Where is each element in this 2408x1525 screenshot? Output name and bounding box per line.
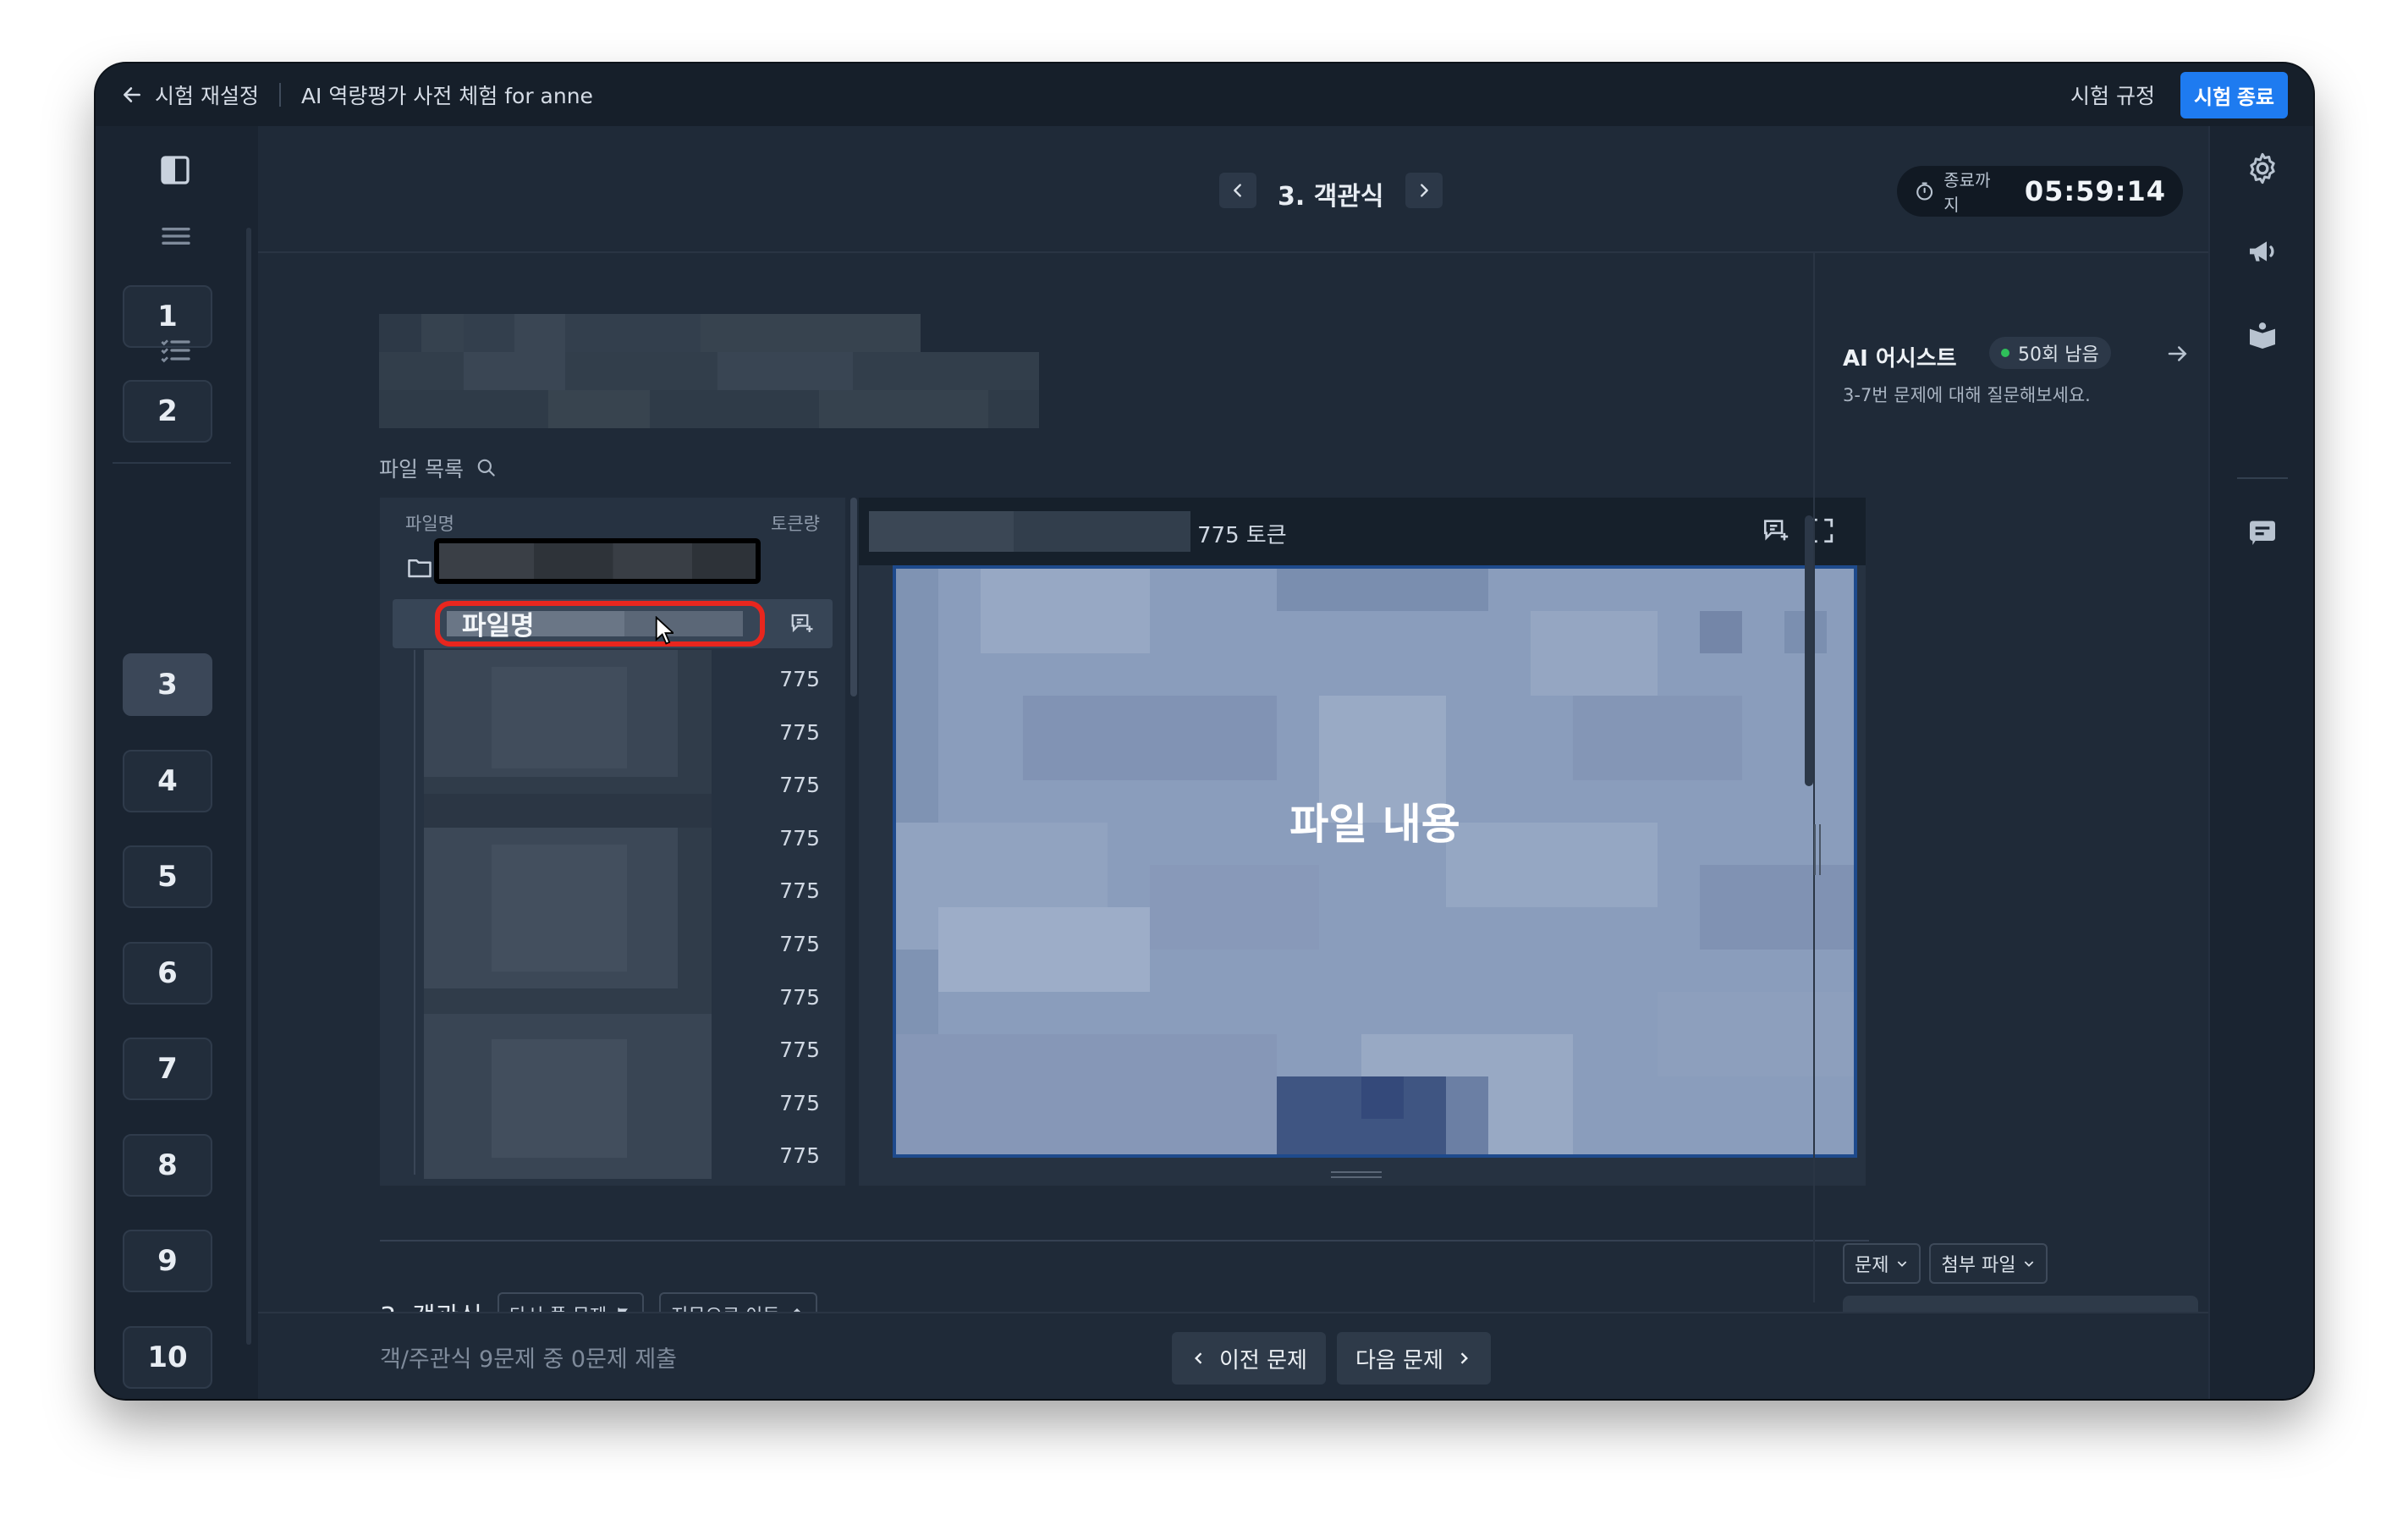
preview-filename-redacted [869,511,1190,552]
folder-icon[interactable] [407,557,432,579]
context-chips: 문제 첨부 파일 [1843,1243,2048,1284]
folder-name-redacted[interactable] [434,538,761,584]
selected-file-name: 파일명 [462,611,535,641]
ai-assist-title: AI 어시스트 [1843,346,1957,372]
next-question-button[interactable]: 다음 문제 [1337,1332,1491,1385]
memo-icon[interactable] [2246,515,2279,549]
submission-status: 객/주관식 9문제 중 0문제 제출 [380,1346,678,1373]
file-content-label: 파일 내용 [1289,800,1460,849]
timer-label: 종료까지 [1943,170,1991,215]
token-count: 775 [779,773,820,798]
question-nav-5[interactable]: 5 [123,845,212,908]
token-count: 775 [779,931,820,956]
token-count: 775 [779,1090,820,1115]
question-header: 3. 객관식 종료까지 05:59:14 [258,126,2208,253]
question-nav-8[interactable]: 8 [123,1134,212,1197]
blurred-question-text [379,314,1073,428]
gear-icon[interactable] [2246,151,2279,185]
remaining-count-badge: 50회 남음 [1989,337,2111,369]
file-content-image: 파일 내용 [893,565,1857,1158]
resize-grip-icon[interactable] [1331,1170,1382,1179]
menu-icon[interactable] [155,219,197,253]
timer-value: 05:59:14 [2024,175,2166,207]
token-count: 775 [779,719,820,745]
token-count: 775 [779,1038,820,1063]
app-window: 시험 재설정 AI 역량평가 사전 체험 for anne 시험 규정 시험 종… [96,63,2313,1399]
arrow-left-icon [124,87,140,102]
reset-exam-button[interactable]: 시험 재설정 [121,80,259,110]
token-count: 775 [779,1143,820,1169]
previous-question-button[interactable]: 이전 문제 [1172,1332,1326,1385]
attachment-context-dropdown[interactable]: 첨부 파일 [1929,1243,2048,1284]
question-nav-9[interactable]: 9 [123,1230,212,1292]
question-nav-4[interactable]: 4 [123,750,212,812]
next-question-arrow[interactable] [1405,173,1443,208]
question-nav-2[interactable]: 2 [123,380,212,443]
token-column: 775 775 775 775 775 775 775 775 775 775 [769,667,820,1197]
title-divider [278,83,281,107]
question-nav-7[interactable]: 7 [123,1038,212,1100]
tool-rail [2208,126,2313,1399]
question-nav-10[interactable]: 10 [123,1326,212,1389]
exam-rules-link[interactable]: 시험 규정 [2070,80,2155,110]
token-count: 775 [779,667,820,691]
question-title: 3. 객관식 [1278,182,1384,212]
status-dot [2001,349,2009,357]
file-list: 파일명 토큰량 파일명 775 775 775 775 775 775 775 … [380,498,857,1186]
chevron-down-icon [2025,1261,2034,1267]
stopwatch-icon [1916,182,1933,201]
rail-divider [2237,477,2288,479]
blurred-file-names [424,650,712,1179]
panel-toggle-icon[interactable] [158,153,192,187]
main-scrollbar[interactable] [1805,515,1813,786]
blurred-file-content [896,569,1854,1154]
chevron-down-icon [1898,1261,1907,1267]
file-list-label: 파일 목록 [379,453,498,483]
token-count: 775 [779,984,820,1010]
megaphone-icon[interactable] [2246,234,2279,268]
question-nav-6[interactable]: 6 [123,942,212,1005]
prev-question-arrow[interactable] [1219,173,1256,208]
chevron-right-icon [1421,184,1428,197]
column-header-tokens: 토큰량 [771,514,820,534]
ai-assist-panel: AI 어시스트 50회 남음 3-7번 문제에 대해 질문해보세요. 문제 첨부… [1805,253,2208,1355]
footer-bar: 객/주관식 9문제 중 0문제 제출 이전 문제 다음 문제 [258,1312,2208,1399]
sidebar-scrollbar[interactable] [246,228,251,1345]
preview-token-count: 775 토큰 [1197,523,1287,548]
column-header-name: 파일명 [405,514,454,534]
reset-exam-label: 시험 재설정 [155,84,259,108]
section-divider [380,1240,1869,1241]
arrow-right-icon[interactable] [2164,341,2191,366]
search-icon[interactable] [476,457,498,479]
question-context-dropdown[interactable]: 문제 [1843,1243,1921,1284]
file-list-scrollbar[interactable] [850,498,857,696]
title-bar: 시험 재설정 AI 역량평가 사전 체험 for anne 시험 규정 시험 종… [96,63,2313,126]
tree-guide-line [414,650,415,1175]
question-sidebar: 1 2 3 4 5 6 7 8 9 10 11 [96,126,258,1399]
end-exam-button[interactable]: 시험 종료 [2180,71,2288,118]
token-count: 775 [779,825,820,851]
checklist-icon[interactable] [155,333,197,367]
add-to-chat-icon[interactable] [789,611,816,636]
selected-file-row[interactable]: 파일명 [393,599,833,648]
ai-assist-subtitle: 3-7번 문제에 대해 질문해보세요. [1843,385,2091,405]
chevron-left-icon [1195,1352,1202,1364]
sidebar-divider [113,462,231,464]
book-icon[interactable] [2246,319,2279,353]
mouse-cursor-icon [655,616,673,645]
question-nav-3[interactable]: 3 [123,653,212,716]
exam-title: AI 역량평가 사전 체험 for anne [300,84,593,108]
countdown-timer: 종료까지 05:59:14 [1897,166,2183,217]
token-count: 775 [779,878,820,904]
file-preview: 775 토큰 파일 내용 [859,498,1866,1186]
chevron-left-icon [1234,184,1241,197]
chevron-right-icon [1460,1352,1468,1364]
add-to-chat-icon[interactable] [1762,516,1790,545]
preview-toolbar: 775 토큰 [859,498,1866,565]
